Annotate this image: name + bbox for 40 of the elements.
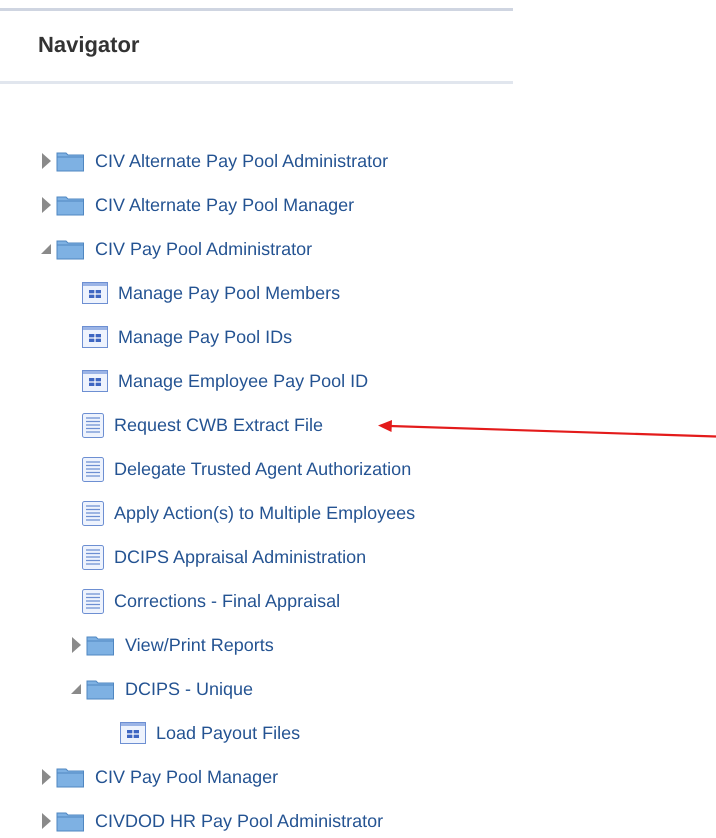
- document-icon: [82, 500, 104, 526]
- folder-icon: [56, 238, 85, 260]
- tree-item-link[interactable]: Request CWB Extract File: [114, 414, 324, 436]
- tree-item-link[interactable]: View/Print Reports: [125, 634, 274, 656]
- folder-icon: [86, 678, 115, 700]
- panel-title: Navigator: [38, 32, 140, 59]
- expand-triangle-icon[interactable]: [72, 637, 80, 653]
- collapse-triangle-icon[interactable]: [40, 243, 52, 255]
- folder-icon: [56, 194, 85, 216]
- form-icon: [120, 722, 146, 744]
- tree-item-link[interactable]: CIVDOD HR Pay Pool Administrator: [95, 810, 384, 832]
- tree-item-link[interactable]: CIV Pay Pool Administrator: [95, 238, 312, 260]
- tree-item-link[interactable]: CIV Alternate Pay Pool Administrator: [95, 150, 388, 172]
- tree-item-link[interactable]: CIV Pay Pool Manager: [95, 766, 278, 788]
- tree-item-link[interactable]: DCIPS Appraisal Administration: [114, 546, 366, 568]
- tree-item-link[interactable]: Manage Pay Pool IDs: [118, 326, 292, 348]
- collapse-triangle-icon[interactable]: [70, 683, 82, 695]
- form-icon: [82, 326, 108, 348]
- folder-icon: [86, 634, 115, 656]
- tree-item-link[interactable]: DCIPS - Unique: [125, 678, 254, 700]
- expand-triangle-icon[interactable]: [42, 769, 50, 785]
- tree-item-link[interactable]: Apply Action(s) to Multiple Employees: [114, 502, 416, 524]
- tree-item-link[interactable]: Load Payout Files: [156, 722, 300, 744]
- expand-triangle-icon[interactable]: [42, 197, 50, 213]
- tree-item-link[interactable]: Corrections - Final Appraisal: [114, 590, 340, 612]
- folder-icon: [56, 150, 85, 172]
- tree-item-link[interactable]: CIV Alternate Pay Pool Manager: [95, 194, 354, 216]
- document-icon: [82, 588, 104, 614]
- form-icon: [82, 282, 108, 304]
- tree-item-link[interactable]: Manage Pay Pool Members: [118, 282, 340, 304]
- folder-icon: [56, 766, 85, 788]
- form-icon: [82, 370, 108, 392]
- expand-triangle-icon[interactable]: [42, 153, 50, 169]
- folder-icon: [56, 810, 85, 832]
- tree-item-link[interactable]: Delegate Trusted Agent Authorization: [114, 458, 412, 480]
- tree-item-link[interactable]: Manage Employee Pay Pool ID: [118, 370, 368, 392]
- expand-triangle-icon[interactable]: [42, 813, 50, 829]
- document-icon: [82, 456, 104, 482]
- document-icon: [82, 544, 104, 570]
- document-icon: [82, 412, 104, 438]
